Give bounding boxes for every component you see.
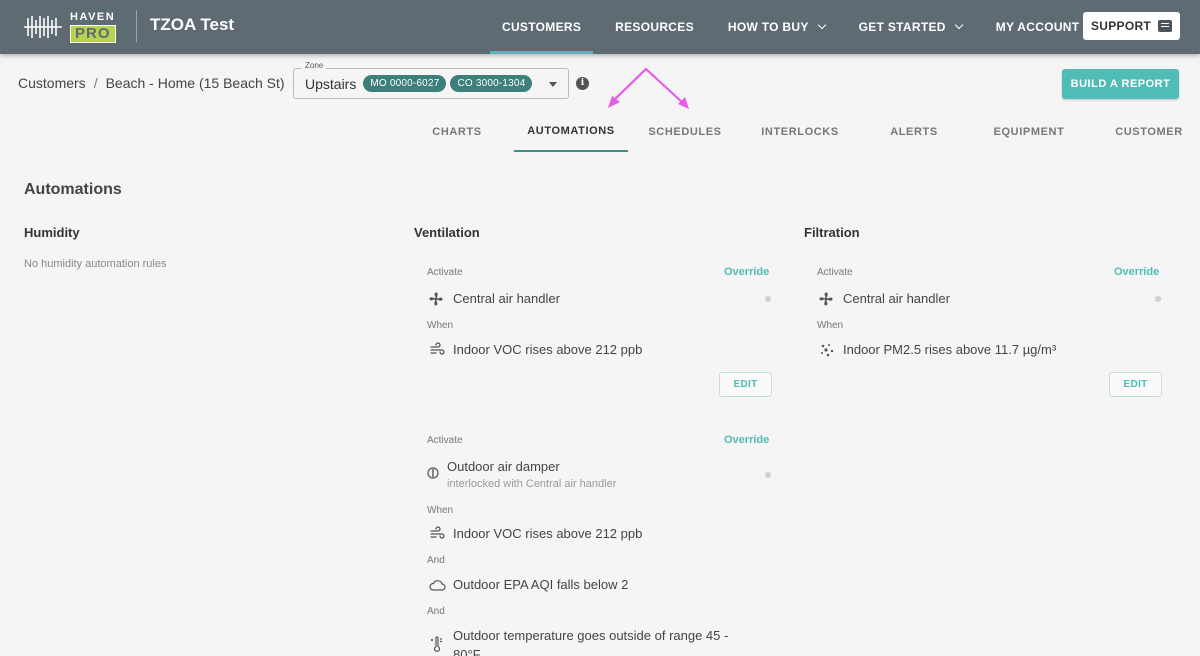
top-navbar: HAVEN PRO TZOA Test CUSTOMERS RESOURCES …: [0, 0, 1200, 54]
activate-label: Activate: [427, 435, 463, 446]
page-title: Automations: [24, 181, 122, 198]
tab-interlocks[interactable]: INTERLOCKS: [756, 112, 844, 152]
status-dot: [1155, 296, 1161, 302]
breadcrumb-home[interactable]: Beach - Home (15 Beach St): [106, 75, 285, 91]
filtration-title: Filtration: [804, 225, 860, 240]
damper-icon: [427, 467, 439, 479]
override-link[interactable]: Override: [1114, 266, 1159, 278]
humidity-title: Humidity: [24, 225, 80, 240]
condition-text: Indoor VOC rises above 212 ppb: [453, 342, 643, 357]
ventilation-title: Ventilation: [414, 225, 480, 240]
voc-icon: [430, 342, 445, 355]
zone-select[interactable]: Zone Upstairs MO 0000-6027 CO 3000-1304: [293, 61, 569, 99]
when-label: When: [817, 320, 844, 331]
nav-get-started-label: GET STARTED: [858, 20, 946, 34]
voc-icon: [430, 526, 445, 539]
fan-icon: [429, 292, 443, 306]
chevron-down-icon: [817, 20, 826, 30]
activate-label: Activate: [427, 267, 463, 278]
info-icon[interactable]: i: [576, 77, 589, 90]
breadcrumb-customers[interactable]: Customers: [18, 75, 86, 91]
cloud-icon: [429, 580, 446, 591]
condition-text: Indoor VOC rises above 212 ppb: [453, 526, 643, 541]
condition-text: Outdoor temperature goes outside of rang…: [453, 628, 729, 643]
device-name: Central air handler: [453, 291, 560, 306]
activate-label: Activate: [817, 267, 853, 278]
chat-icon: [1158, 20, 1173, 32]
build-report-button[interactable]: BUILD A REPORT: [1062, 69, 1179, 99]
status-dot: [765, 472, 771, 478]
nav-customers[interactable]: CUSTOMERS: [490, 0, 594, 54]
override-link[interactable]: Override: [724, 434, 769, 446]
nav-how-to-buy[interactable]: HOW TO BUY: [706, 0, 837, 54]
nav-resources-label: RESOURCES: [615, 20, 694, 34]
tab-charts[interactable]: CHARTS: [414, 112, 500, 152]
condition-text-continued: 80°F: [453, 647, 481, 656]
and-label: And: [427, 606, 445, 617]
nav-customers-label: CUSTOMERS: [502, 20, 582, 34]
main-nav: CUSTOMERS RESOURCES HOW TO BUY GET START…: [490, 0, 1107, 54]
annotation-arrows: [608, 67, 689, 109]
tab-equipment[interactable]: EQUIPMENT: [986, 112, 1072, 152]
and-label: And: [427, 555, 445, 566]
when-label: When: [427, 320, 454, 331]
edit-button[interactable]: EDIT: [719, 372, 772, 397]
zone-label: Zone: [302, 61, 327, 70]
support-label: SUPPORT: [1090, 19, 1152, 33]
tab-automations[interactable]: AUTOMATIONS: [514, 112, 628, 152]
logo-haven-text: HAVEN: [70, 11, 116, 23]
logo-pro-text: PRO: [70, 25, 116, 43]
tab-alerts[interactable]: ALERTS: [878, 112, 950, 152]
condition-text: Indoor PM2.5 rises above 11.7 µg/m³: [843, 342, 1057, 357]
humidity-empty-text: No humidity automation rules: [24, 258, 167, 270]
app-title: TZOA Test: [150, 15, 235, 34]
support-button[interactable]: SUPPORT: [1083, 12, 1180, 40]
breadcrumb-separator: /: [93, 75, 98, 91]
caret-down-icon: [549, 82, 557, 87]
condition-text: Outdoor EPA AQI falls below 2: [453, 577, 629, 592]
override-link[interactable]: Override: [724, 266, 769, 278]
breadcrumb: Customers / Beach - Home (15 Beach St) /: [18, 75, 304, 91]
nav-my-account-label: MY ACCOUNT: [995, 20, 1080, 34]
device-name: Central air handler: [843, 291, 950, 306]
edit-button[interactable]: EDIT: [1109, 372, 1162, 397]
device-chip-co: CO 3000-1304: [450, 75, 533, 92]
nav-how-to-buy-label: HOW TO BUY: [727, 20, 809, 34]
thermometer-icon: [431, 636, 442, 652]
nav-resources[interactable]: RESOURCES: [593, 0, 706, 54]
tab-schedules[interactable]: SCHEDULES: [642, 112, 728, 152]
zone-value: Upstairs: [305, 75, 357, 92]
header-divider: [136, 10, 137, 42]
chevron-down-icon: [954, 20, 963, 30]
nav-get-started[interactable]: GET STARTED: [837, 0, 974, 54]
fan-icon: [819, 292, 833, 306]
tab-customer[interactable]: CUSTOMER: [1106, 112, 1192, 152]
status-dot: [765, 296, 771, 302]
device-name: Outdoor air damper: [447, 459, 560, 474]
device-chip-mo: MO 0000-6027: [363, 75, 447, 92]
particulate-icon: [821, 344, 834, 357]
interlock-note: interlocked with Central air handler: [447, 478, 617, 490]
when-label: When: [427, 505, 454, 516]
haven-pro-logo[interactable]: HAVEN PRO: [20, 10, 120, 44]
haven-logo-icon: [24, 16, 62, 38]
